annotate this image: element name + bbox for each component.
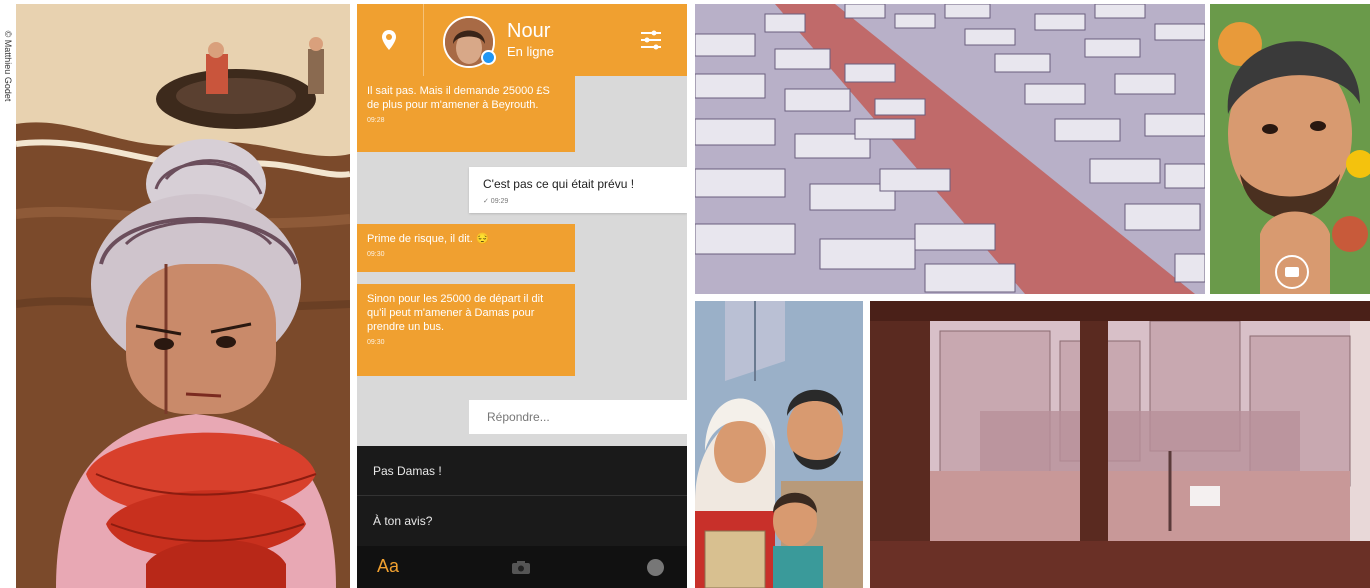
message-bubble-incoming[interactable]: Sinon pour les 25000 de départ il dit qu…	[357, 284, 575, 376]
reply-input[interactable]: Répondre...	[469, 400, 687, 434]
camera-icon[interactable]	[511, 560, 531, 575]
message-bubble-outgoing[interactable]: C'est pas ce qui était prévu ! ✓ 09:29	[469, 167, 687, 213]
contact-status: En ligne	[507, 44, 554, 59]
credit-text: © Matthieu Godet	[3, 30, 13, 102]
message-time: 09:30	[367, 251, 385, 258]
illustration-bus-window	[870, 301, 1370, 588]
message-time: 09:28	[367, 117, 385, 124]
online-status-dot	[481, 50, 496, 65]
illustration-refugee-camp	[695, 4, 1205, 294]
message-time: 09:30	[367, 339, 385, 346]
message-bubble-incoming[interactable]: Prime de risque, il dit. 😔 09:30	[357, 224, 575, 272]
header-divider	[423, 4, 424, 76]
location-pin-icon[interactable]	[371, 22, 407, 58]
message-bubble-incoming[interactable]: Il sait pas. Mais il demande 25000 £S de…	[357, 76, 575, 152]
message-text: C'est pas ce qui était prévu !	[483, 177, 635, 191]
quick-reply-option[interactable]: À ton avis?	[357, 496, 687, 546]
chat-header: Nour En ligne	[357, 4, 687, 76]
message-text: Il sait pas. Mais il demande 25000 £S de…	[367, 85, 550, 111]
message-text: Sinon pour les 25000 de départ il dit qu…	[367, 293, 544, 333]
chat-screen: Nour En ligne Il sait pas. Mais il deman…	[357, 4, 687, 588]
settings-sliders-icon[interactable]	[635, 26, 667, 54]
composer-toolbar: Aa	[357, 546, 687, 588]
quick-reply-option[interactable]: Pas Damas !	[357, 446, 687, 496]
illustration-woman-beach	[16, 4, 350, 588]
keyboard-button[interactable]: Aa	[377, 556, 399, 577]
illustration-man-selfie	[1210, 4, 1370, 294]
message-time: ✓ 09:29	[483, 198, 509, 205]
contact-name: Nour	[507, 20, 551, 42]
illustration-family	[695, 301, 863, 588]
message-text: Prime de risque, il dit. 😔	[367, 233, 490, 245]
photo-credit: © Matthieu Godet	[2, 6, 14, 126]
emoji-icon[interactable]	[647, 559, 664, 576]
